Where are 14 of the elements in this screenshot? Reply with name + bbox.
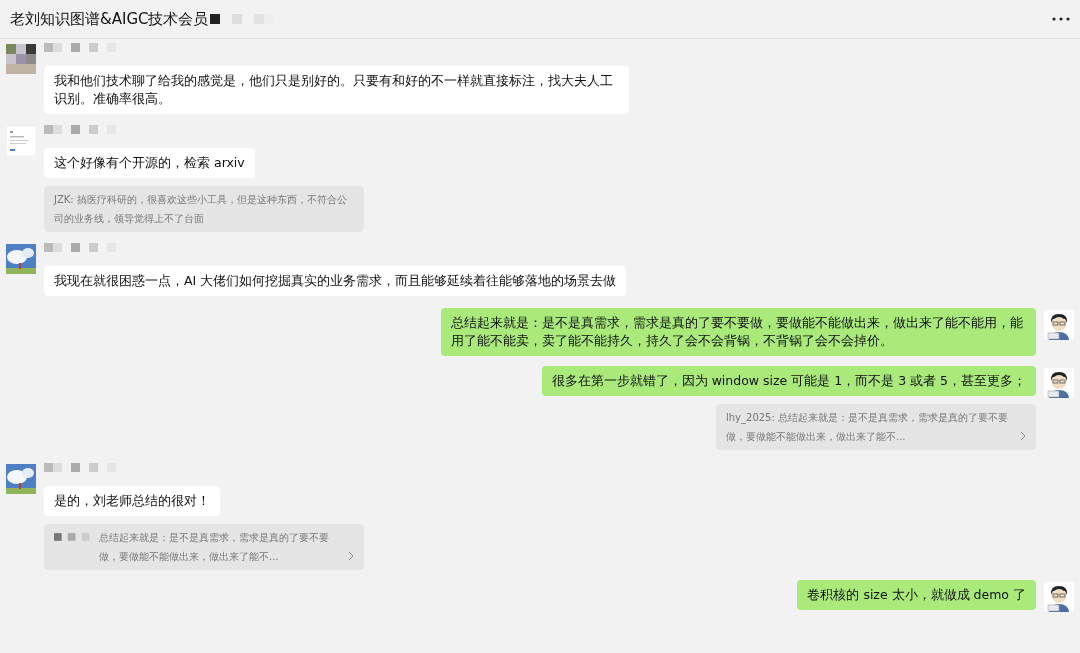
quoted-message[interactable]: JZK: 搞医疗科研的，很喜欢这些小工具，但是这种东西，不符合公司的业务线，领导觉得上不了台面 [44, 186, 364, 232]
message-bubble: 总结起来就是：是不是真需求，需求是真的了要不要做，要做能不能做出来，做出来了能不能用，能用了能不能卖，卖了能不能持久，持久了会不会背锅，不背锅了会不会掉价。 [441, 308, 1036, 356]
message-bubble: 很多在第一步就错了，因为 window size 可能是 1，而不是 3 或者 5，甚至更多； [541, 366, 1036, 396]
quoted-message[interactable]: lhy_2025: 总结起来就是：是不是真需求，需求是真的了要不要做，要做能不能做出来，做出来了能不... [716, 404, 1036, 450]
message-bubble: 是的，刘老师总结的很对！ [44, 486, 220, 516]
message-bubble: 这个好像有个开源的，检索 arxiv [44, 148, 255, 178]
quoted-message[interactable]: 总结起来就是：是不是真需求，需求是真的了要不要做，要做能不能做出来，做出来了能不... [44, 524, 364, 570]
message-bubble: 我和他们技术聊了给我的感觉是，他们只是别好的。只要有和好的不一样就直接标注，找大夫人工识别。准确率很高。 [44, 66, 629, 114]
quote-text: JZK: 搞医疗科研的，很喜欢这些小工具，但是这种东西，不符合公司的业务线，领导觉得上不了台面 [54, 193, 348, 226]
quote-text: 总结起来就是：是不是真需求，需求是真的了要不要做，要做能不能做出来，做出来了能不... [99, 531, 330, 564]
message-bubble: 我现在就很困惑一点，AI 大佬们如何挖掘真实的业务需求，而且能够延续着往能够落地的场景去做 [44, 266, 627, 296]
message-bubble: 卷积核的 size 太小，就做成 demo 了 [797, 580, 1036, 610]
quote-text: lhy_2025: 总结起来就是：是不是真需求，需求是真的了要不要做，要做能不能做出来，做出来了能不... [726, 411, 1010, 444]
chat-title: 老刘知识图谱&AIGC技术会员 [10, 9, 209, 29]
